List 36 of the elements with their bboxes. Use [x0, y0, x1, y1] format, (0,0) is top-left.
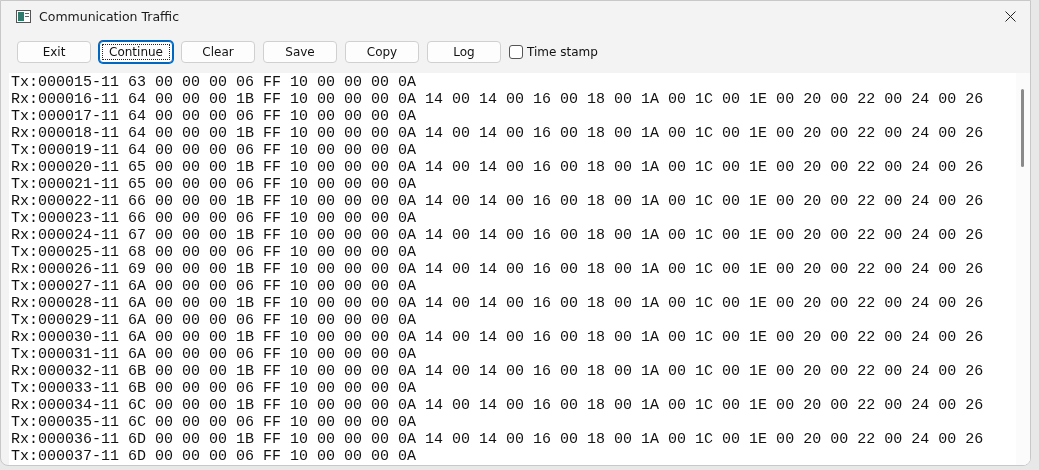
- log-line: Rx:000018-11 64 00 00 00 1B FF 10 00 00 00 0A 14 00 14 00 16 00 18 00 1A 00 1C 00 1E 00 20 00 22 00 24 00 26: [11, 125, 985, 142]
- log-line: Rx:000030-11 6A 00 00 00 1B FF 10 00 00 00 0A 14 00 14 00 16 00 18 00 1A 00 1C 00 1E 00 20 00 22 00 24 00 26: [11, 329, 985, 346]
- log-line: Tx:000023-11 66 00 00 00 06 FF 10 00 00 00 0A: [11, 210, 418, 227]
- log-line: Tx:000021-11 65 00 00 00 06 FF 10 00 00 00 0A: [11, 176, 418, 193]
- log-line: Rx:000032-11 6B 00 00 00 1B FF 10 00 00 00 0A 14 00 14 00 16 00 18 00 1A 00 1C 00 1E 00 20 00 22 00 24 00 26: [11, 363, 985, 380]
- log-line: Tx:000029-11 6A 00 00 00 06 FF 10 00 00 00 0A: [11, 312, 418, 329]
- log-line: Rx:000016-11 64 00 00 00 1B FF 10 00 00 00 0A 14 00 14 00 16 00 18 00 1A 00 1C 00 1E 00 20 00 22 00 24 00 26: [11, 91, 985, 108]
- checkbox[interactable]: [509, 45, 523, 59]
- window-title: Communication Traffic: [39, 8, 181, 24]
- log-line: Tx:000031-11 6A 00 00 00 06 FF 10 00 00 00 0A: [11, 346, 418, 363]
- close-icon: [1004, 10, 1016, 22]
- log-line: Rx:000026-11 69 00 00 00 1B FF 10 00 00 00 0A 14 00 14 00 16 00 18 00 1A 00 1C 00 1E 00 20 00 22 00 24 00 26: [11, 261, 985, 278]
- toolbar-button[interactable]: Clear: [181, 41, 255, 63]
- app-icon: [16, 9, 31, 23]
- log-line: Rx:000028-11 6A 00 00 00 1B FF 10 00 00 00 0A 14 00 14 00 16 00 18 00 1A 00 1C 00 1E 00 20 00 22 00 24 00 26: [11, 295, 985, 312]
- log-line: Rx:000034-11 6C 00 00 00 1B FF 10 00 00 00 0A 14 00 14 00 16 00 18 00 1A 00 1C 00 1E 00 20 00 22 00 24 00 26: [11, 397, 985, 414]
- log-line: Tx:000035-11 6C 00 00 00 06 FF 10 00 00 00 0A: [11, 414, 418, 431]
- scrollbar-thumb[interactable]: [1021, 89, 1024, 167]
- log-line: Tx:000015-11 63 00 00 00 06 FF 10 00 00 00 0A: [11, 74, 418, 91]
- log-line: Tx:000019-11 64 00 00 00 06 FF 10 00 00 00 0A: [11, 142, 418, 159]
- toolbar-button[interactable]: Copy: [345, 41, 419, 63]
- checkbox-label: Time stamp: [527, 45, 598, 59]
- log-line: Rx:000024-11 67 00 00 00 1B FF 10 00 00 00 0A 14 00 14 00 16 00 18 00 1A 00 1C 00 1E 00 20 00 22 00 24 00 26: [11, 227, 985, 244]
- log-line: Rx:000036-11 6D 00 00 00 1B FF 10 00 00 00 0A 14 00 14 00 16 00 18 00 1A 00 1C 00 1E 00 20 00 22 00 24 00 26: [11, 431, 985, 448]
- log-line: Tx:000027-11 6A 00 00 00 06 FF 10 00 00 00 0A: [11, 278, 418, 295]
- log-line: Tx:000033-11 6B 00 00 00 06 FF 10 00 00 00 0A: [11, 380, 418, 397]
- log-line: Tx:000017-11 64 00 00 00 06 FF 10 00 00 00 0A: [11, 108, 418, 125]
- log-line: Tx:000025-11 68 00 00 00 06 FF 10 00 00 00 0A: [11, 244, 418, 261]
- toolbar-button[interactable]: Exit: [17, 41, 91, 63]
- toolbar-button[interactable]: Log: [427, 41, 501, 63]
- scrollbar[interactable]: [1016, 73, 1030, 465]
- log-line: Tx:000037-11 6D 00 00 00 06 FF 10 00 00 00 0A: [11, 448, 418, 465]
- toolbar-button[interactable]: Save: [263, 41, 337, 63]
- log-line: Rx:000020-11 65 00 00 00 1B FF 10 00 00 00 0A 14 00 14 00 16 00 18 00 1A 00 1C 00 1E 00 20 00 22 00 24 00 26: [11, 159, 985, 176]
- log-line: Rx:000022-11 66 00 00 00 1B FF 10 00 00 00 0A 14 00 14 00 16 00 18 00 1A 00 1C 00 1E 00 20 00 22 00 24 00 26: [11, 193, 985, 210]
- toolbar-button[interactable]: Continue: [99, 41, 173, 63]
